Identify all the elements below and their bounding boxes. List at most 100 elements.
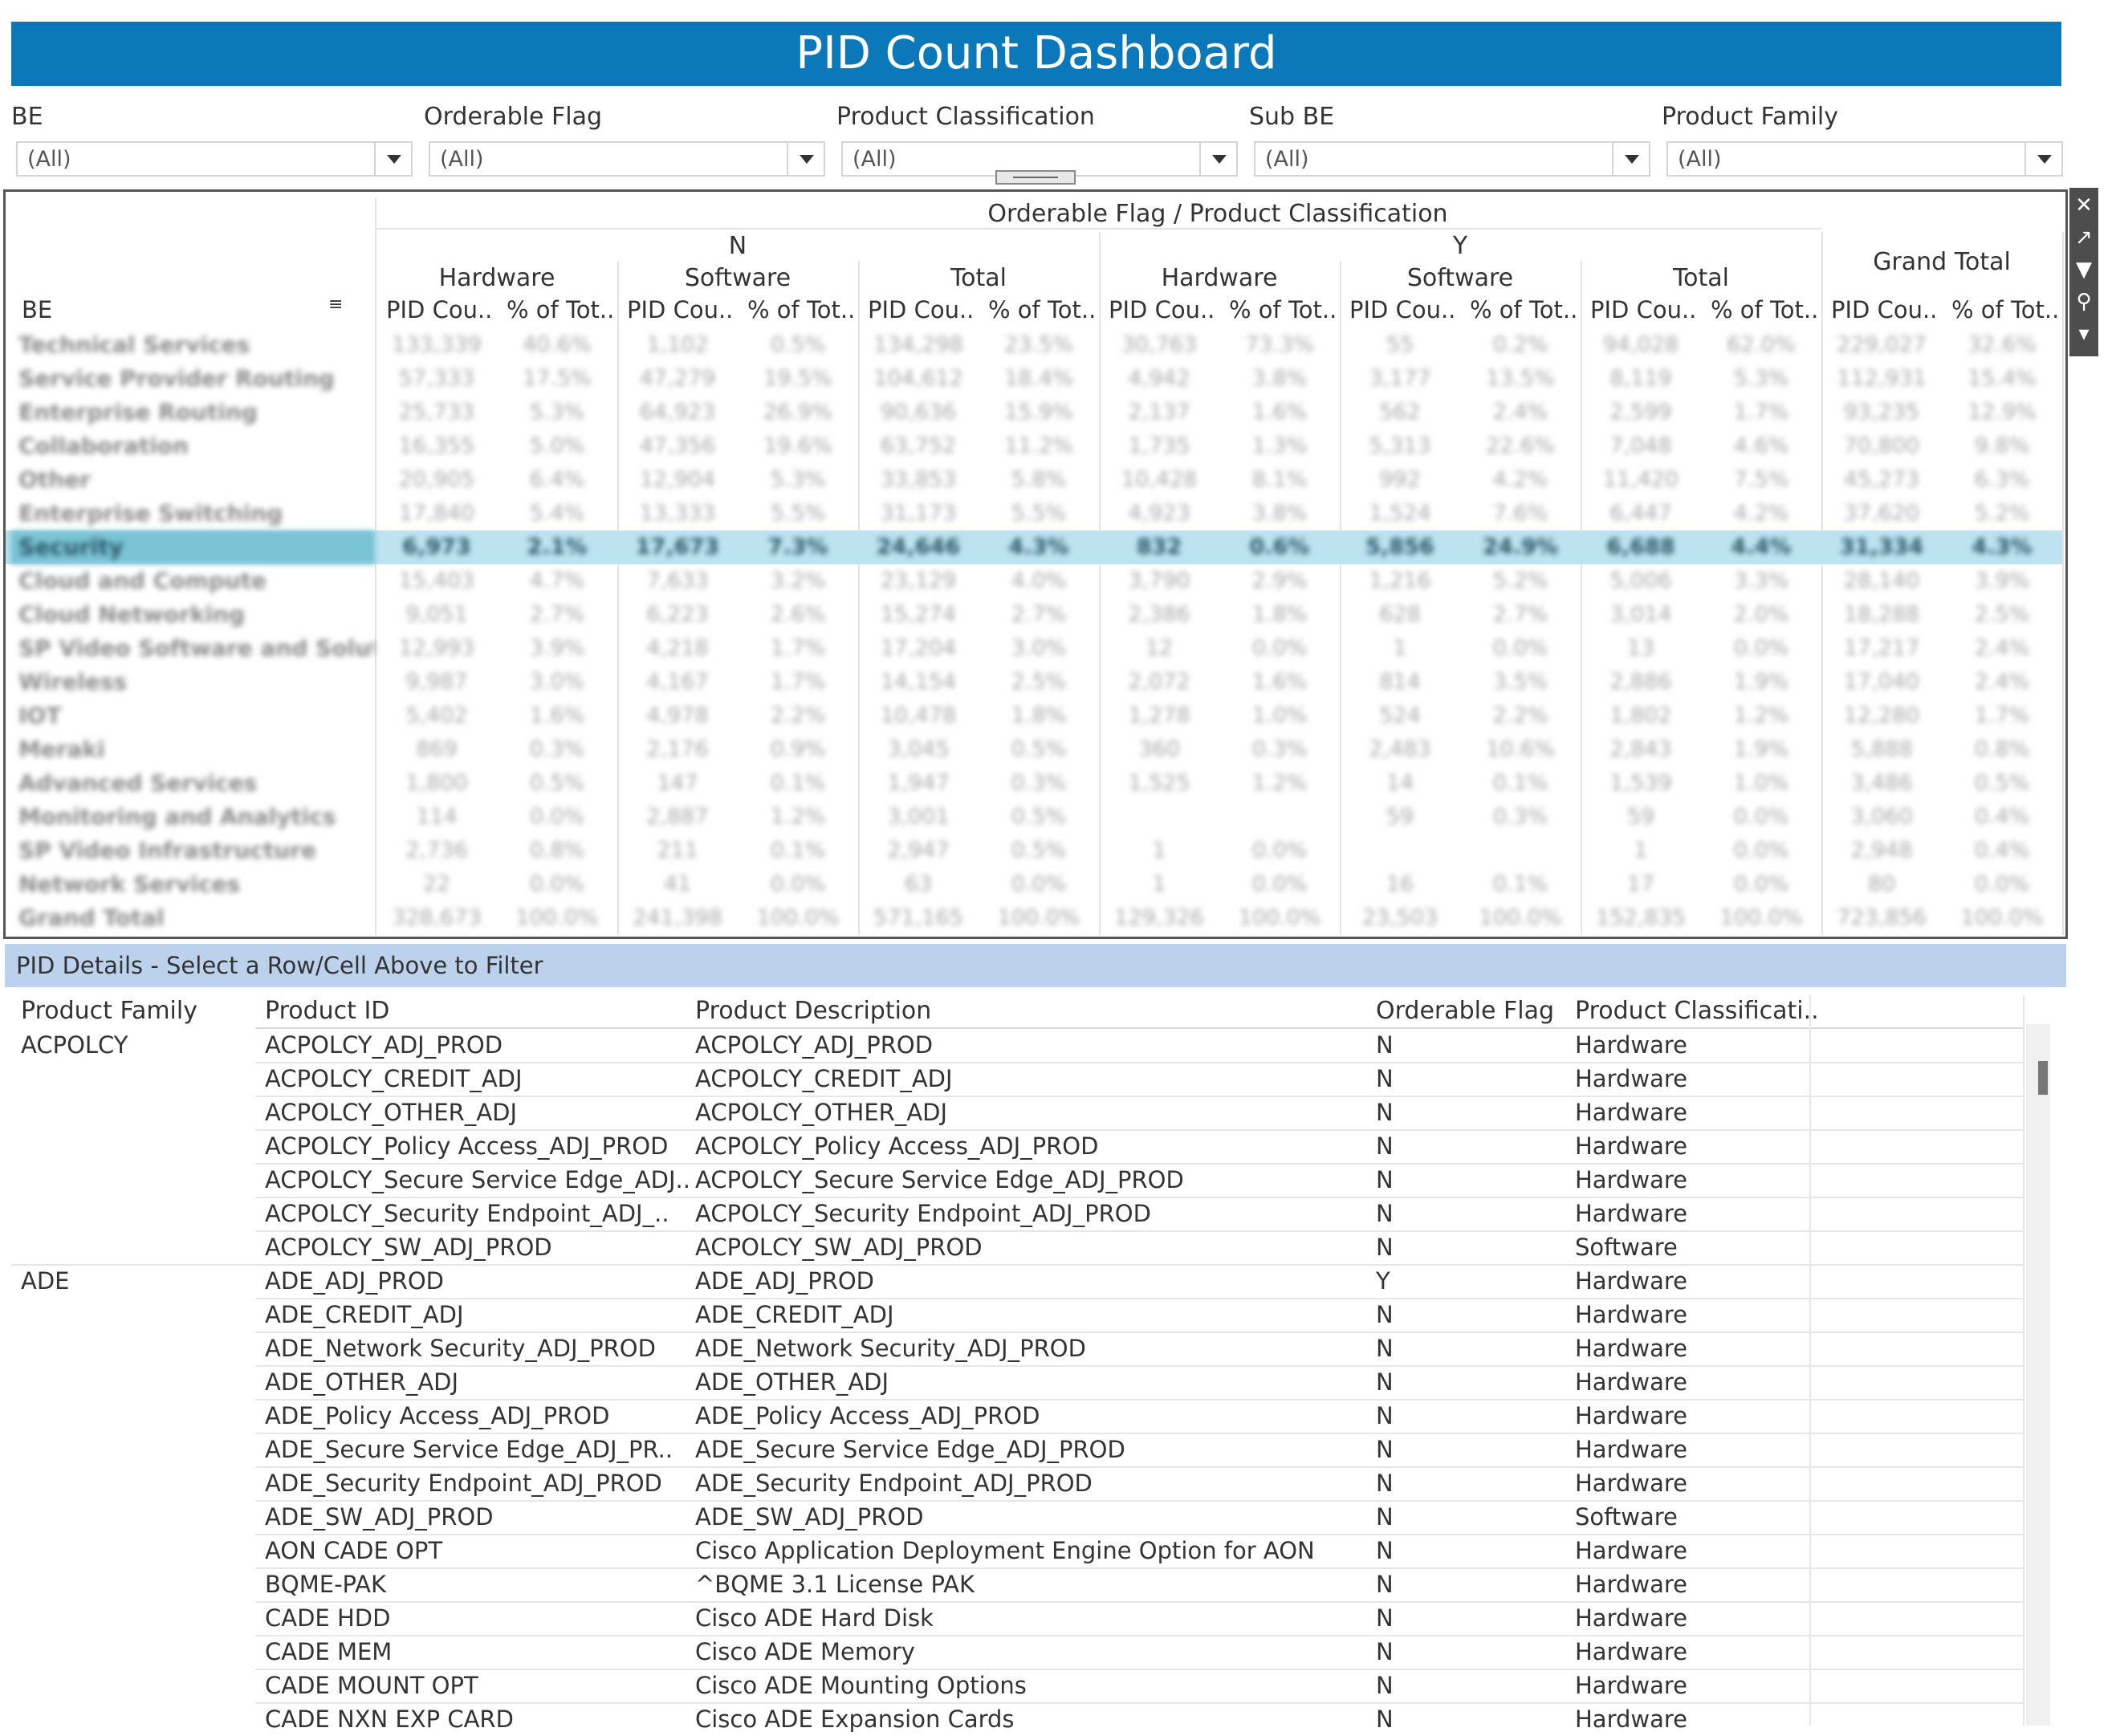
pct-of-total-cell[interactable]: 100.0%	[1219, 901, 1340, 935]
pct-of-total-cell[interactable]: 0.3%	[1460, 800, 1581, 834]
pid-count-cell[interactable]: 6,688	[1581, 531, 1701, 564]
pid-count-cell[interactable]: 1	[1581, 834, 1701, 868]
pid-count-cell[interactable]: 814	[1340, 665, 1460, 699]
details-row[interactable]: ADE_Security Endpoint_ADJ_PROD ADE_Securi…	[0, 1466, 2031, 1500]
pid-count-cell[interactable]: 10,478	[858, 699, 979, 733]
pid-count-cell[interactable]: 7,048	[1581, 429, 1701, 463]
pid-count-cell[interactable]: 57,333	[376, 362, 497, 396]
pct-of-total-cell[interactable]: 3.9%	[1942, 564, 2062, 598]
pct-of-total-cell[interactable]: 17.5%	[497, 362, 617, 396]
pct-of-total-cell[interactable]: 0.0%	[1219, 868, 1340, 901]
pct-of-total-cell[interactable]: 1.0%	[1701, 766, 1821, 800]
pct-of-total-cell[interactable]: 0.5%	[497, 766, 617, 800]
pid-count-cell[interactable]: 13	[1581, 632, 1701, 665]
pid-count-cell[interactable]: 16,355	[376, 429, 497, 463]
pct-of-total-cell[interactable]: 0.8%	[1942, 733, 2062, 766]
pid-count-cell[interactable]: 37,620	[1821, 497, 1942, 531]
details-row[interactable]: ACPOLCY ACPOLCY_ADJ_PROD ACPOLCY_ADJ_PROD N…	[0, 1028, 2031, 1062]
pct-of-total-cell[interactable]: 1.7%	[1942, 699, 2062, 733]
pid-count-cell[interactable]: 1,102	[617, 328, 738, 362]
pct-of-total-cell[interactable]: 3.0%	[979, 632, 1099, 665]
sort-icon[interactable]: ≡	[328, 295, 343, 315]
pid-count-cell[interactable]: 47,279	[617, 362, 738, 396]
pct-of-total-cell[interactable]: 7.6%	[1460, 497, 1581, 531]
details-row[interactable]: ADE_SW_ADJ_PROD ADE_SW_ADJ_PROD N Software	[0, 1500, 2031, 1534]
pct-of-total-cell[interactable]: 3.5%	[1460, 665, 1581, 699]
pct-of-total-cell[interactable]: 4.7%	[497, 564, 617, 598]
pct-of-total-cell[interactable]: 1.7%	[738, 632, 858, 665]
pct-of-total-cell[interactable]: 0.0%	[497, 868, 617, 901]
crosstab-row[interactable]: Collaboration 16,355 5.0% 47,356 19.6% 63,752…	[6, 429, 2062, 463]
pct-of-total-cell[interactable]: 1.6%	[1219, 665, 1340, 699]
pid-count-cell[interactable]: 4,167	[617, 665, 738, 699]
details-row[interactable]: BQME-PAK ^BQME 3.1 License PAK N Hardware	[0, 1567, 2031, 1601]
pid-count-cell[interactable]: 11,420	[1581, 463, 1701, 497]
details-row[interactable]: ADE ADE_ADJ_PROD ADE_ADJ_PROD Y Hardware	[0, 1264, 2031, 1298]
pct-of-total-cell[interactable]: 13.5%	[1460, 362, 1581, 396]
pid-count-cell[interactable]: 2,137	[1099, 396, 1219, 429]
pct-of-total-cell[interactable]: 100.0%	[497, 901, 617, 935]
pct-of-total-cell[interactable]: 5.5%	[738, 497, 858, 531]
pid-count-cell[interactable]: 5,402	[376, 699, 497, 733]
pid-count-cell[interactable]: 14	[1340, 766, 1460, 800]
pid-count-cell[interactable]: 4,923	[1099, 497, 1219, 531]
pct-of-total-cell[interactable]: 24.9%	[1460, 531, 1581, 564]
pct-of-total-cell[interactable]: 15.9%	[979, 396, 1099, 429]
pct-of-total-cell[interactable]: 4.3%	[1942, 531, 2062, 564]
pid-count-cell[interactable]: 7,633	[617, 564, 738, 598]
pct-of-total-cell[interactable]: 5.5%	[979, 497, 1099, 531]
chevron-down-icon[interactable]	[387, 155, 401, 164]
crosstab-row[interactable]: Monitoring and Analytics 114 0.0% 2,887 1.2%…	[6, 800, 2062, 834]
pid-count-cell[interactable]: 25,733	[376, 396, 497, 429]
details-row[interactable]: AON CADE OPT Cisco Application Deployment…	[0, 1534, 2031, 1567]
details-row[interactable]: ADE_Network Security_ADJ_PROD ADE_Network…	[0, 1331, 2031, 1365]
pct-of-total-cell[interactable]: 100.0%	[738, 901, 858, 935]
pid-count-cell[interactable]: 1,539	[1581, 766, 1701, 800]
pct-of-total-cell[interactable]: 8.1%	[1219, 463, 1340, 497]
pct-of-total-cell[interactable]: 4.4%	[1701, 531, 1821, 564]
pid-count-cell[interactable]: 41	[617, 868, 738, 901]
crosstab-row[interactable]: Service Provider Routing 57,333 17.5% 47,27…	[6, 362, 2062, 396]
pct-of-total-cell[interactable]: 62.0%	[1701, 328, 1821, 362]
crosstab-row[interactable]: Security 6,973 2.1% 17,673 7.3% 24,646 4.3% 832…	[6, 531, 2062, 564]
pct-of-total-cell[interactable]: 3.3%	[1701, 564, 1821, 598]
pid-count-cell[interactable]: 2,736	[376, 834, 497, 868]
crosstab-row[interactable]: IOT 5,402 1.6% 4,978 2.2% 10,478 1.8% 1,278 1.0%…	[6, 699, 2062, 733]
pct-of-total-cell[interactable]: 0.5%	[1942, 766, 2062, 800]
popout-icon[interactable]: ↗	[2069, 222, 2098, 254]
details-row[interactable]: CADE HDD Cisco ADE Hard Disk N Hardware	[0, 1601, 2031, 1635]
pct-of-total-cell[interactable]: 5.2%	[1942, 497, 2062, 531]
close-icon[interactable]: ✕	[2069, 189, 2098, 222]
pct-of-total-cell[interactable]: 1.8%	[1219, 598, 1340, 632]
pid-count-crosstab[interactable]: Orderable Flag / Product Classification N…	[3, 189, 2068, 939]
pct-of-total-cell[interactable]: 23.5%	[979, 328, 1099, 362]
pid-count-cell[interactable]: 869	[376, 733, 497, 766]
pid-count-cell[interactable]: 63	[858, 868, 979, 901]
pid-count-cell[interactable]: 832	[1099, 531, 1219, 564]
crosstab-row[interactable]: SP Video Infrastructure 2,736 0.8% 211 0.1% 2…	[6, 834, 2062, 868]
pid-count-cell[interactable]: 18,288	[1821, 598, 1942, 632]
pid-count-cell[interactable]: 2,947	[858, 834, 979, 868]
pct-of-total-cell[interactable]: 12.9%	[1942, 396, 2062, 429]
pct-of-total-cell[interactable]: 2.0%	[1701, 598, 1821, 632]
pct-of-total-cell[interactable]: 2.4%	[1942, 632, 2062, 665]
details-row[interactable]: ADE_Policy Access_ADJ_PROD ADE_Policy Acc…	[0, 1399, 2031, 1433]
pct-of-total-cell[interactable]	[1460, 834, 1581, 868]
details-row[interactable]: ADE_CREDIT_ADJ ADE_CREDIT_ADJ N Hardware	[0, 1298, 2031, 1331]
pid-count-cell[interactable]: 3,486	[1821, 766, 1942, 800]
pct-of-total-cell[interactable]: 2.7%	[979, 598, 1099, 632]
pct-of-total-cell[interactable]: 11.2%	[979, 429, 1099, 463]
pid-count-cell[interactable]: 1	[1099, 834, 1219, 868]
pct-of-total-cell[interactable]: 0.0%	[1701, 632, 1821, 665]
pid-count-cell[interactable]: 1,278	[1099, 699, 1219, 733]
pid-count-cell[interactable]: 24,646	[858, 531, 979, 564]
pid-count-cell[interactable]: 4,218	[617, 632, 738, 665]
pid-count-cell[interactable]: 2,072	[1099, 665, 1219, 699]
pid-count-cell[interactable]: 30,763	[1099, 328, 1219, 362]
pct-of-total-cell[interactable]: 0.0%	[497, 800, 617, 834]
pid-count-cell[interactable]: 23,503	[1340, 901, 1460, 935]
pct-of-total-cell[interactable]: 1.3%	[1219, 429, 1340, 463]
pid-count-cell[interactable]: 63,752	[858, 429, 979, 463]
pct-of-total-cell[interactable]: 26.9%	[738, 396, 858, 429]
crosstab-row[interactable]: Cloud and Compute 15,403 4.7% 7,633 3.2% 23,1…	[6, 564, 2062, 598]
